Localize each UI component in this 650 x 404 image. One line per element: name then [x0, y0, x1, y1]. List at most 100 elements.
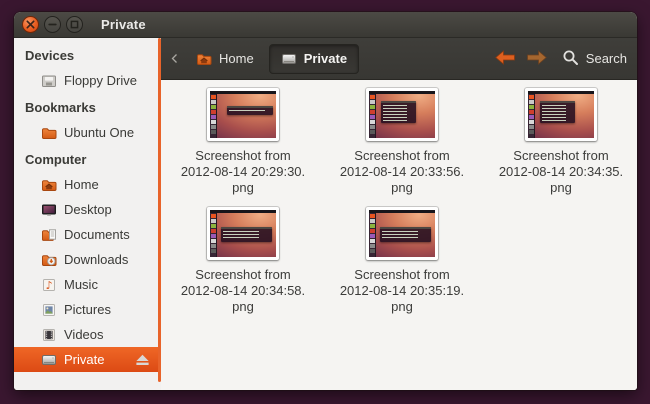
back-arrow-icon	[494, 49, 516, 68]
sidebar-section-header: Bookmarks	[25, 100, 96, 115]
file-thumbnail	[525, 88, 597, 141]
documents-icon	[41, 227, 57, 243]
file-item[interactable]: Screenshot from 2012-08-14 20:33:56. png	[327, 88, 477, 207]
downloads-icon	[41, 252, 57, 268]
search-icon	[562, 49, 579, 69]
drive-icon	[41, 352, 57, 368]
sidebar-item-downloads[interactable]: Downloads	[14, 247, 161, 272]
sidebar-item-ubuntu-one[interactable]: Ubuntu One	[14, 120, 161, 145]
file-name-line: Screenshot from	[354, 267, 450, 282]
file-item[interactable]: Screenshot from 2012-08-14 20:34:58. png	[168, 207, 318, 326]
music-icon: ♪	[41, 277, 57, 293]
file-name-line: Screenshot from	[195, 267, 291, 282]
sidebar-item-label: Videos	[64, 327, 104, 342]
search-button[interactable]: Search	[562, 49, 627, 69]
thumb-window	[227, 106, 273, 115]
pathbar-scroll-left-icon[interactable]	[171, 53, 178, 64]
sidebar-item-label: Music	[64, 277, 98, 292]
sidebar-item-label: Downloads	[64, 252, 129, 267]
sidebar-item-pictures[interactable]: Pictures	[14, 297, 161, 322]
toolbar: Home Private Search	[161, 38, 637, 80]
thumb-menubar	[210, 91, 276, 94]
minimize-button[interactable]	[44, 16, 61, 33]
search-label: Search	[585, 51, 627, 66]
breadcrumb-label: Private	[303, 51, 348, 66]
file-thumbnail	[207, 88, 279, 141]
file-name-line: 2012-08-14 20:34:58.	[180, 283, 306, 298]
breadcrumb-label: Home	[219, 51, 254, 66]
file-name: Screenshot from 2012-08-14 20:29:30. png	[181, 148, 305, 196]
sidebar-item-documents[interactable]: Documents	[14, 222, 161, 247]
file-name-line: 2012-08-14 20:34:35.	[498, 164, 624, 179]
folder-icon	[41, 125, 57, 141]
sidebar-section-header: Computer	[25, 152, 87, 167]
sidebar-item-label: Home	[64, 177, 99, 192]
sidebar-item-music[interactable]: ♪ Music	[14, 272, 161, 297]
screenshot-preview-image	[210, 91, 276, 138]
screenshot-preview-image	[210, 210, 276, 257]
breadcrumb: Home Private	[184, 43, 360, 74]
file-name-line: png	[232, 180, 254, 195]
file-name-line: png	[550, 180, 572, 195]
screenshot-preview-image	[369, 91, 435, 138]
thumb-launcher	[369, 213, 376, 257]
sidebar-item-videos[interactable]: Videos	[14, 322, 161, 347]
close-icon	[26, 16, 35, 34]
desktop-background: Private Devices Floppy Drive Bookmarks Ubun…	[0, 0, 650, 404]
sidebar-item-label: Desktop	[64, 202, 112, 217]
file-item[interactable]: Screenshot from 2012-08-14 20:35:19. png	[327, 207, 477, 326]
file-name-line: 2012-08-14 20:35:19.	[339, 283, 465, 298]
breadcrumb-home[interactable]: Home	[184, 44, 266, 74]
sidebar-item-home[interactable]: Home	[14, 172, 161, 197]
file-item[interactable]: Screenshot from 2012-08-14 20:34:35. png	[486, 88, 636, 207]
sidebar-scrollbar-thumb[interactable]	[158, 38, 161, 382]
forward-arrow-icon	[526, 49, 548, 68]
sidebar-item-private[interactable]: Private	[14, 347, 161, 372]
file-manager-window: Private Devices Floppy Drive Bookmarks Ubun…	[14, 12, 637, 390]
close-button[interactable]	[22, 16, 39, 33]
file-name: Screenshot from 2012-08-14 20:35:19. png	[340, 267, 464, 315]
sidebar-item-label: Floppy Drive	[64, 73, 137, 88]
sidebar-item-label: Pictures	[64, 302, 111, 317]
forward-button[interactable]	[521, 48, 553, 70]
sidebar-item-label: Documents	[64, 227, 130, 242]
videos-icon	[41, 327, 57, 343]
breadcrumb-private[interactable]: Private	[268, 43, 360, 74]
back-button[interactable]	[489, 48, 521, 70]
thumb-menubar	[210, 210, 276, 213]
thumb-launcher	[210, 94, 217, 138]
file-name-line: png	[232, 299, 254, 314]
file-name: Screenshot from 2012-08-14 20:34:58. png	[181, 267, 305, 315]
sidebar-item-floppy-drive[interactable]: Floppy Drive	[14, 68, 161, 93]
file-item[interactable]: Screenshot from 2012-08-14 20:29:30. png	[168, 88, 318, 207]
file-thumbnail	[207, 207, 279, 260]
file-name-line: Screenshot from	[513, 148, 609, 163]
screenshot-preview-image	[528, 91, 594, 138]
file-name: Screenshot from 2012-08-14 20:33:56. png	[340, 148, 464, 196]
eject-icon[interactable]	[135, 354, 150, 366]
file-thumbnail	[366, 207, 438, 260]
thumb-window	[380, 227, 431, 242]
thumb-window	[540, 101, 575, 123]
svg-text:♪: ♪	[46, 279, 53, 292]
window-title: Private	[101, 17, 146, 32]
desktop-icon	[41, 202, 57, 218]
thumb-window	[381, 101, 416, 123]
minimize-icon	[48, 16, 57, 34]
sidebar-item-desktop[interactable]: Desktop	[14, 197, 161, 222]
thumb-menubar	[369, 91, 435, 94]
thumb-menubar	[369, 210, 435, 213]
floppy-icon	[41, 73, 57, 89]
file-name-line: 2012-08-14 20:29:30.	[180, 164, 306, 179]
maximize-icon	[70, 16, 79, 34]
thumb-launcher	[528, 94, 535, 138]
sidebar-item-label: Private	[64, 352, 105, 367]
file-name-line: Screenshot from	[354, 148, 450, 163]
thumb-window	[221, 227, 272, 242]
thumb-launcher	[210, 213, 217, 257]
file-name-line: png	[391, 299, 413, 314]
file-grid[interactable]: Screenshot from 2012-08-14 20:29:30. png Sc…	[161, 80, 637, 390]
titlebar[interactable]: Private	[14, 12, 637, 38]
maximize-button[interactable]	[66, 16, 83, 33]
file-thumbnail	[366, 88, 438, 141]
